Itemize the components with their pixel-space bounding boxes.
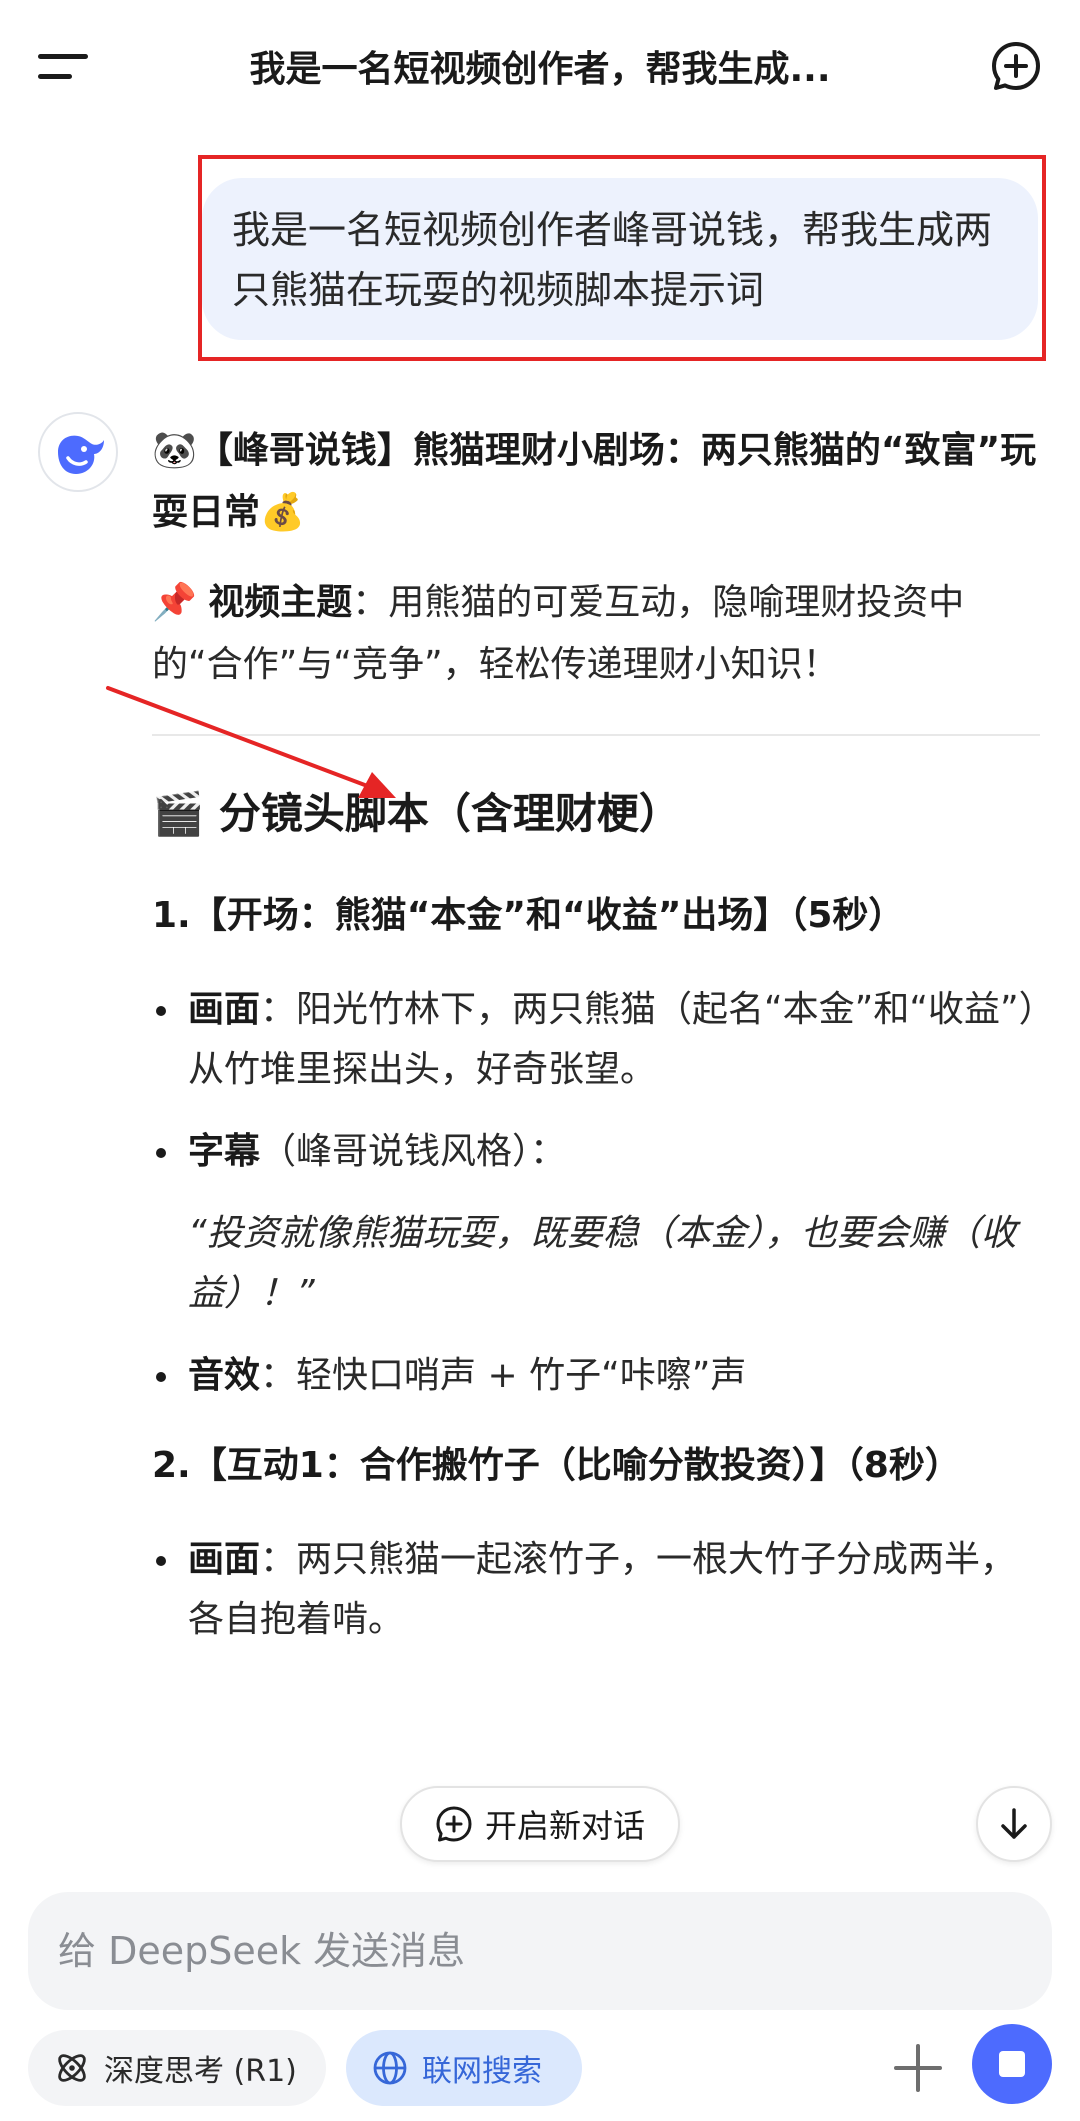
- deep-think-label: 深度思考 (R1): [104, 2054, 297, 2089]
- new-chat-icon: [436, 1806, 472, 1842]
- scroll-to-bottom-button[interactable]: [976, 1786, 1052, 1862]
- stop-button[interactable]: [972, 2024, 1052, 2104]
- pushpin-icon: 📌: [152, 582, 197, 623]
- globe-icon: [373, 2051, 407, 2085]
- reply-title: 🐼【峰哥说钱】熊猫理财小剧场：两只熊猫的“致富”玩耍日常💰: [152, 420, 1042, 544]
- theme-label: 视频主题: [208, 582, 353, 623]
- top-bar: 我是一名短视频创作者，帮我生成...: [0, 0, 1080, 140]
- new-chat-icon[interactable]: [990, 40, 1042, 92]
- bullet-label: 音效: [188, 1355, 261, 1396]
- deepseek-whale-icon: [58, 435, 104, 474]
- list-item: 画面：两只熊猫一起滚竹子，一根大竹子分成两半，各自抱着啃。: [152, 1530, 1042, 1650]
- list-item: 画面：阳光竹林下，两只熊猫（起名“本金”和“收益”）从竹堆里探出头，好奇张望。: [152, 980, 1042, 1100]
- panda-icon: 🐼: [152, 430, 197, 471]
- step-bullets: 画面：两只熊猫一起滚竹子，一根大竹子分成两半，各自抱着啃。: [152, 1530, 1042, 1650]
- atom-icon: [58, 2054, 86, 2082]
- assistant-reply: 🐼【峰哥说钱】熊猫理财小剧场：两只熊猫的“致富”玩耍日常💰 📌 视频主题：用熊猫…: [152, 420, 1042, 1672]
- plus-icon[interactable]: [888, 2038, 948, 2098]
- bullet-text: （峰哥说钱风格）：: [260, 1131, 567, 1172]
- step-title: 1.【开场：熊猫“本金”和“收益”出场】（5秒）: [152, 895, 905, 936]
- web-search-label: 联网搜索: [422, 2054, 542, 2089]
- bullet-text: ：阳光竹林下，两只熊猫（起名“本金”和“收益”）从竹堆里探出头，好奇张望。: [188, 989, 1037, 1090]
- deep-think-toggle[interactable]: 深度思考 (R1): [28, 2030, 326, 2106]
- theme-paragraph: 📌 视频主题：用熊猫的可爱互动，隐喻理财投资中的“合作”与“竞争”，轻松传递理财…: [152, 572, 1042, 696]
- bullet-label: 画面: [188, 1539, 261, 1580]
- bullet-text: ：两只熊猫一起滚竹子，一根大竹子分成两半，各自抱着啃。: [188, 1539, 1017, 1640]
- bullet-label: 画面: [188, 989, 261, 1030]
- message-input[interactable]: [28, 1892, 1052, 2010]
- list-item: 音效：轻快口哨声 + 竹子“咔嚓”声: [152, 1346, 1042, 1406]
- new-dialog-button[interactable]: 开启新对话: [400, 1786, 680, 1862]
- stop-icon: [999, 2051, 1025, 2077]
- arrow-down-icon: [1001, 1808, 1027, 1839]
- step-bullets: 画面：阳光竹林下，两只熊猫（起名“本金”和“收益”）从竹堆里探出头，好奇张望。 …: [152, 980, 1042, 1406]
- money-bag-icon: 💰: [260, 492, 305, 533]
- web-search-toggle[interactable]: 联网搜索: [346, 2030, 582, 2106]
- user-message-bubble: 我是一名短视频创作者峰哥说钱，帮我生成两只熊猫在玩耍的视频脚本提示词: [202, 178, 1038, 340]
- step-title: 2.【互动1：合作搬竹子（比喻分散投资）】（8秒）: [152, 1445, 961, 1486]
- list-item: 字幕（峰哥说钱风格）： “投资就像熊猫玩耍，既要稳（本金），也要会赚（收益）！”: [152, 1122, 1042, 1324]
- conversation-title: 我是一名短视频创作者，帮我生成...: [249, 49, 831, 90]
- bullet-label: 字幕: [188, 1131, 261, 1172]
- bullet-text: ：轻快口哨声 + 竹子“咔嚓”声: [260, 1355, 747, 1396]
- subtitle-quote: “投资就像熊猫玩耍，既要稳（本金），也要会赚（收益）！”: [188, 1213, 1017, 1314]
- annotation-arrow: [106, 686, 396, 798]
- new-dialog-label: 开启新对话: [484, 1807, 645, 1845]
- menu-icon[interactable]: [38, 50, 88, 86]
- composer: 深度思考 (R1) 联网搜索: [0, 1870, 1080, 2121]
- deepseek-avatar: [38, 412, 118, 492]
